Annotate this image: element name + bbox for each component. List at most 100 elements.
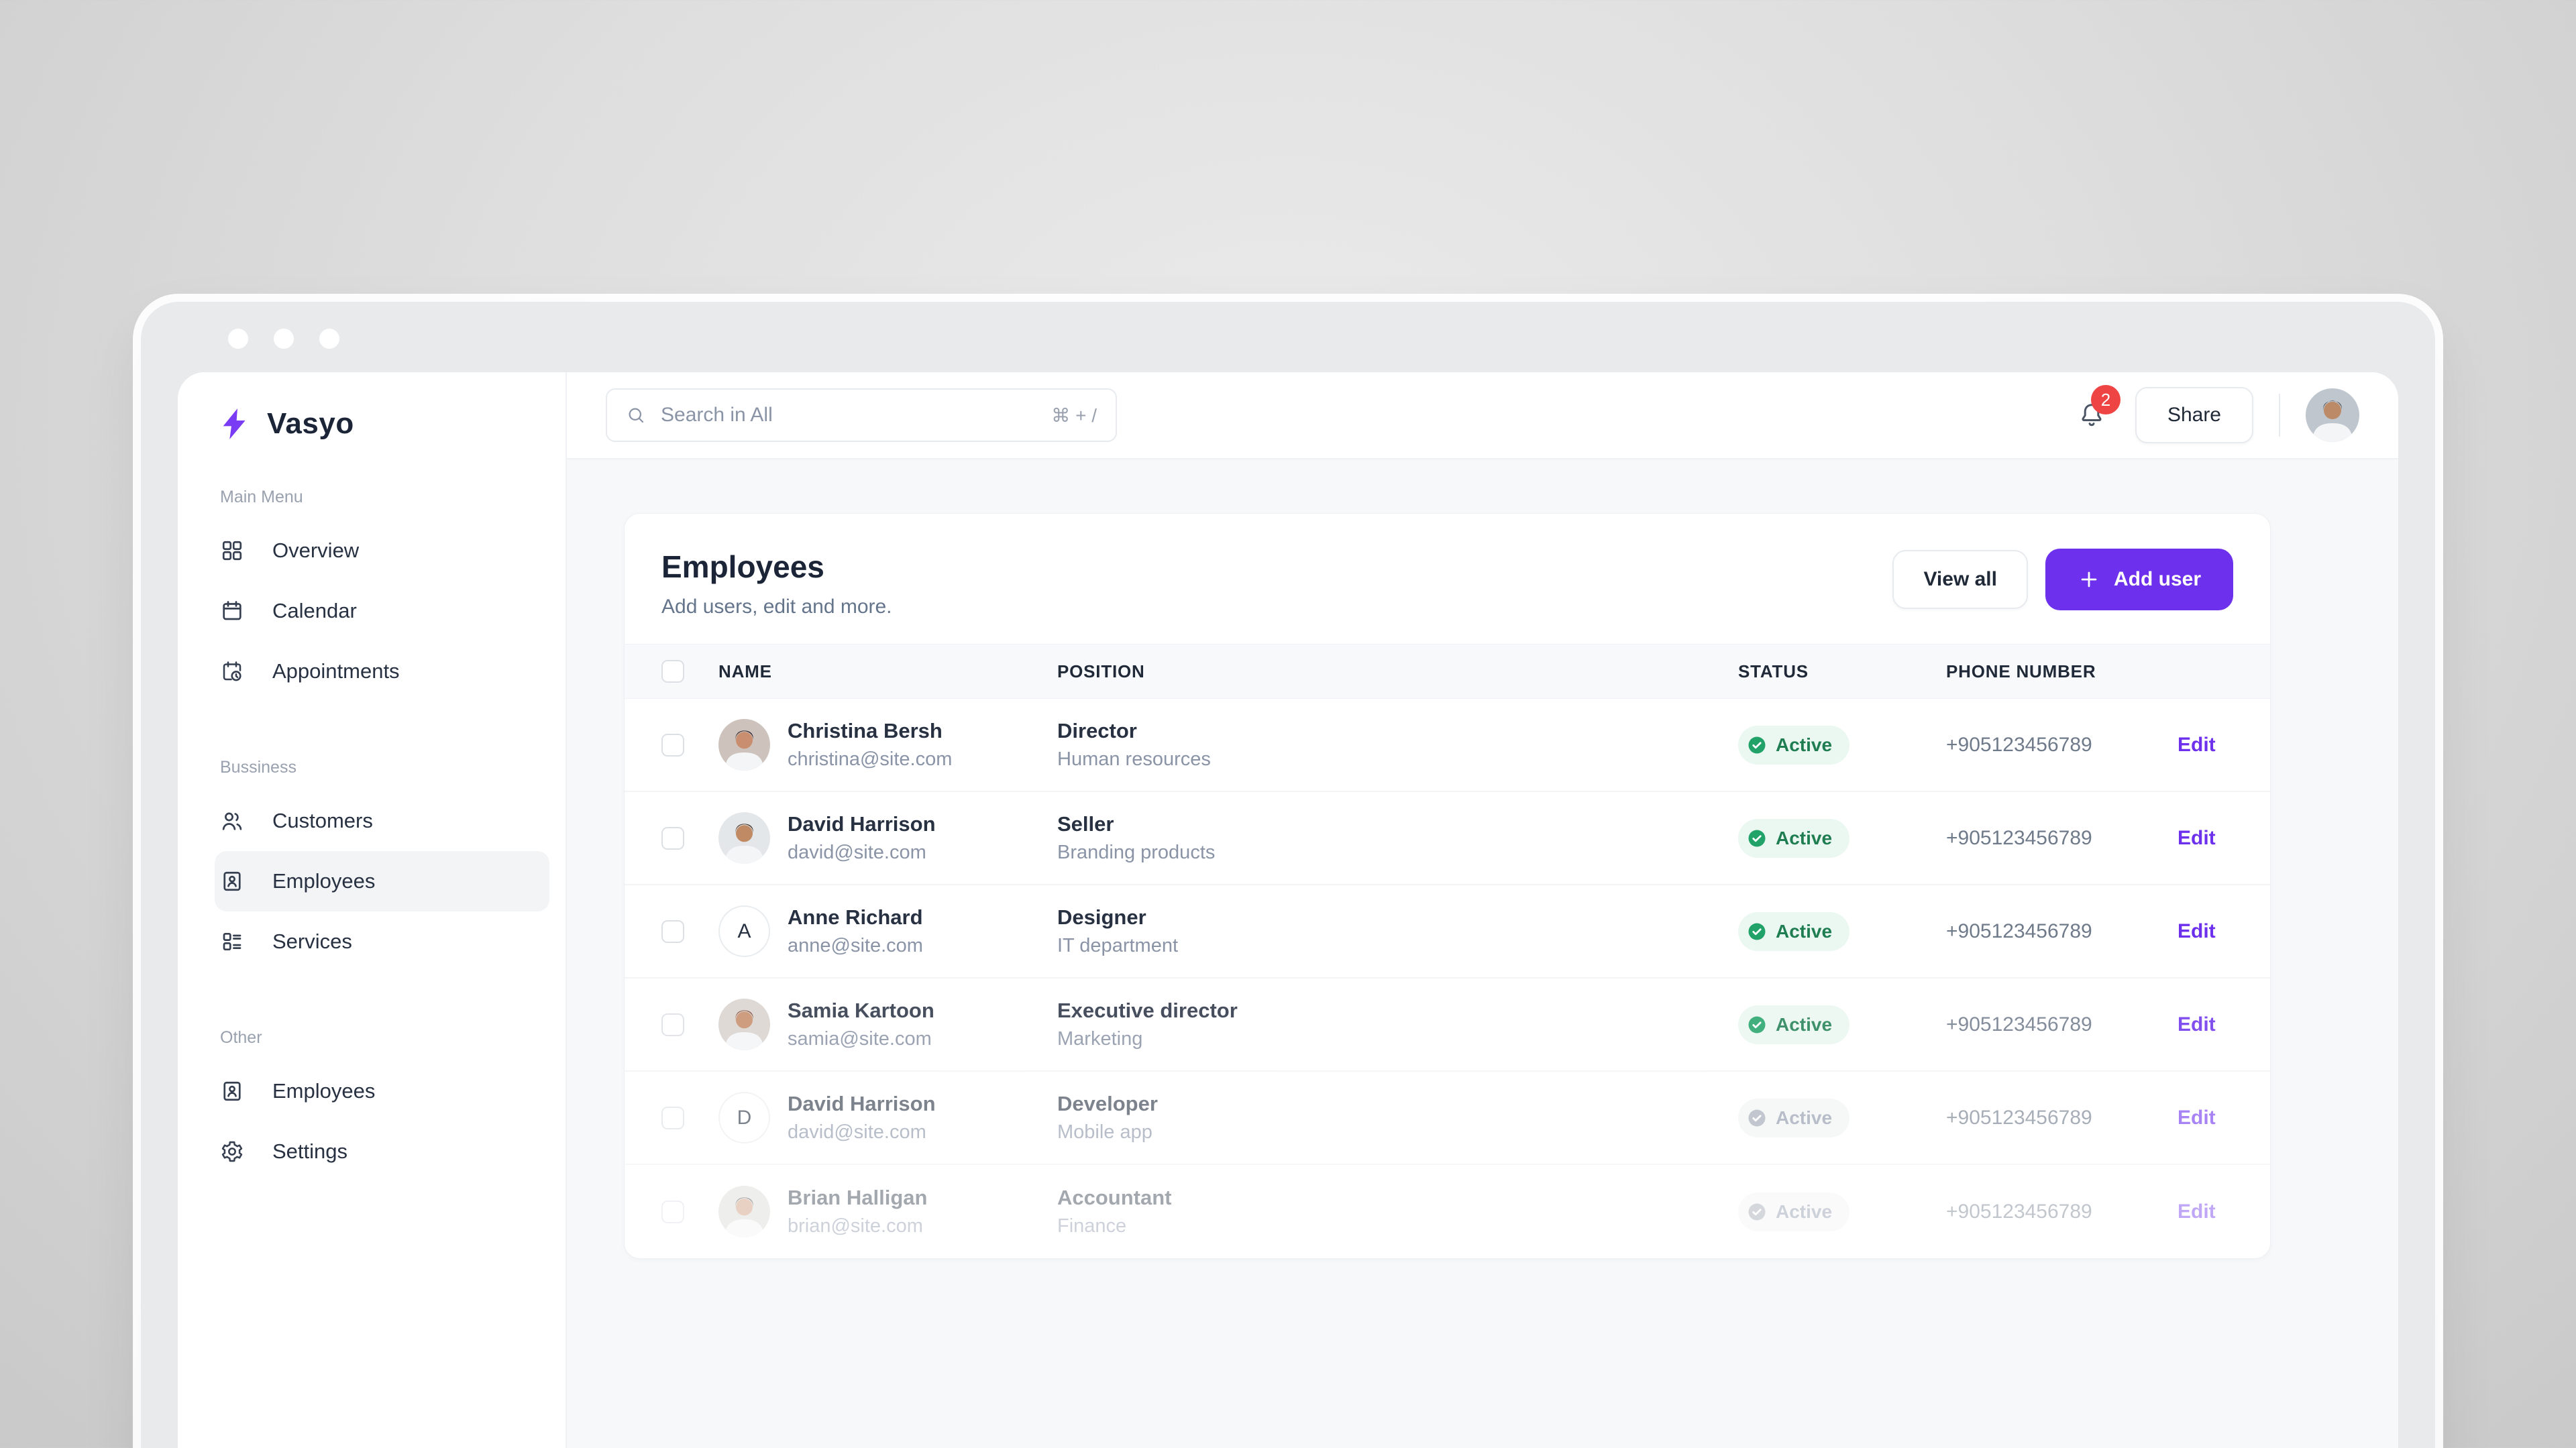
employee-department: Human resources [1057,748,1211,770]
user-avatar[interactable] [2306,388,2359,442]
table-row: Samia Kartoon samia@site.com Executive dir… [625,979,2270,1072]
employee-department: Branding products [1057,842,1216,863]
traffic-dot[interactable] [274,329,294,349]
employee-name: David Harrison [788,1092,936,1115]
plus-icon [2081,571,2097,588]
browser-window: Vasyo Main Menu Overview Calendar Appointme… [141,302,2435,1448]
check-circle-icon [1747,828,1767,848]
employee-email: christina@site.com [788,748,953,770]
check-circle-icon [1747,1108,1767,1128]
letter-avatar: D [718,1092,770,1144]
search-input[interactable] [661,404,1037,427]
photo-avatar [718,999,770,1050]
sidebar-item-appointments[interactable]: Appointments [215,641,540,702]
topbar: ⌘ + / 2 Share [567,372,2398,459]
phone-number: +905123456789 [1946,920,2092,942]
notification-badge: 2 [2090,385,2121,414]
list-boxes-icon [220,930,244,954]
status-badge: Active [1738,911,1850,951]
main-area: ⌘ + / 2 Share [567,372,2398,1448]
search-box[interactable]: ⌘ + / [606,388,1117,442]
employee-email: david@site.com [788,842,926,863]
sidebar-item-settings[interactable]: Settings [215,1121,540,1182]
photo-avatar [718,1186,770,1237]
employee-position: Accountant [1057,1186,1172,1209]
person-photo-icon [718,719,770,771]
phone-number: +905123456789 [1946,1013,2092,1036]
letter-avatar: A [718,905,770,957]
add-user-button[interactable]: Add user [2045,549,2233,610]
table-body: Christina Bersh christina@site.com Directo… [625,699,2270,1258]
check-circle-icon [1747,1202,1767,1222]
traffic-dot[interactable] [228,329,248,349]
notifications-button[interactable]: 2 [2074,385,2121,433]
status-badge: Active [1738,818,1850,858]
share-button[interactable]: Share [2135,387,2253,443]
row-checkbox[interactable] [661,1106,684,1129]
check-circle-icon [1747,735,1767,755]
edit-button[interactable]: Edit [2178,1201,2216,1223]
sidebar-item-employees[interactable]: Employees [215,1061,540,1121]
content-area: Employees Add users, edit and more. View… [567,459,2398,1448]
view-all-button[interactable]: View all [1892,550,2028,609]
row-checkbox[interactable] [661,826,684,850]
edit-button[interactable]: Edit [2178,734,2216,757]
section-label: Bussiness [220,758,297,777]
employee-department: IT department [1057,935,1179,956]
photo-avatar [718,812,770,864]
table-header: NAME POSITION STATUS PHONE NUMBER [625,644,2270,699]
table-row: Brian Halligan brian@site.com Accountant Fi… [625,1165,2270,1258]
employee-email: anne@site.com [788,935,923,956]
sidebar-section-other: Other Employees Settings [215,1028,540,1182]
select-all-checkbox[interactable] [661,660,684,683]
sidebar-item-employees[interactable]: Employees [215,851,549,911]
sidebar-item-calendar[interactable]: Calendar [215,581,540,641]
calendar-icon [220,599,244,623]
person-photo-icon [718,999,770,1050]
id-badge-icon [220,1079,244,1103]
employee-name: David Harrison [788,812,936,836]
person-photo-icon [718,1186,770,1237]
sidebar-item-overview[interactable]: Overview [215,520,540,581]
edit-button[interactable]: Edit [2178,1013,2216,1036]
employee-position: Executive director [1057,999,1238,1022]
users-icon [220,809,244,833]
row-checkbox[interactable] [661,733,684,757]
search-icon [629,408,644,423]
employee-department: Mobile app [1057,1121,1152,1143]
employee-email: samia@site.com [788,1028,932,1050]
bolt-icon [223,408,246,439]
edit-button[interactable]: Edit [2178,920,2216,943]
divider [2279,394,2280,437]
person-photo-icon [718,812,770,864]
row-checkbox[interactable] [661,920,684,943]
sidebar-item-services[interactable]: Services [215,911,540,972]
employee-department: Finance [1057,1215,1127,1237]
section-label: Other [220,1028,262,1047]
card-actions: View all Add user [1892,549,2233,610]
window-controls [228,329,339,349]
calendar-clock-icon [220,659,244,683]
topbar-actions: 2 Share [2074,385,2359,443]
row-checkbox[interactable] [661,1200,684,1223]
traffic-dot[interactable] [319,329,339,349]
photo-avatar [718,719,770,771]
phone-number: +905123456789 [1946,1200,2092,1223]
row-checkbox[interactable] [661,1013,684,1036]
sidebar-item-customers[interactable]: Customers [215,791,540,851]
edit-button[interactable]: Edit [2178,1107,2216,1129]
brand: Vasyo [215,404,540,443]
employee-email: david@site.com [788,1121,926,1143]
add-user-label: Add user [2113,568,2201,590]
app-frame: Vasyo Main Menu Overview Calendar Appointme… [178,372,2398,1448]
sidebar-section-main-menu: Main Menu Overview Calendar Appointments [215,488,540,702]
card-header: Employees Add users, edit and more. View… [625,514,2270,644]
table-row: D David Harrison david@site.com Developer Mo… [625,1072,2270,1165]
employee-email: brian@site.com [788,1215,923,1237]
edit-button[interactable]: Edit [2178,827,2216,850]
employee-position: Designer [1057,905,1146,929]
employee-position: Seller [1057,812,1114,836]
grid-icon [220,539,244,563]
employee-position: Director [1057,719,1137,742]
table-row: A Anne Richard anne@site.com Designer IT dep… [625,885,2270,979]
